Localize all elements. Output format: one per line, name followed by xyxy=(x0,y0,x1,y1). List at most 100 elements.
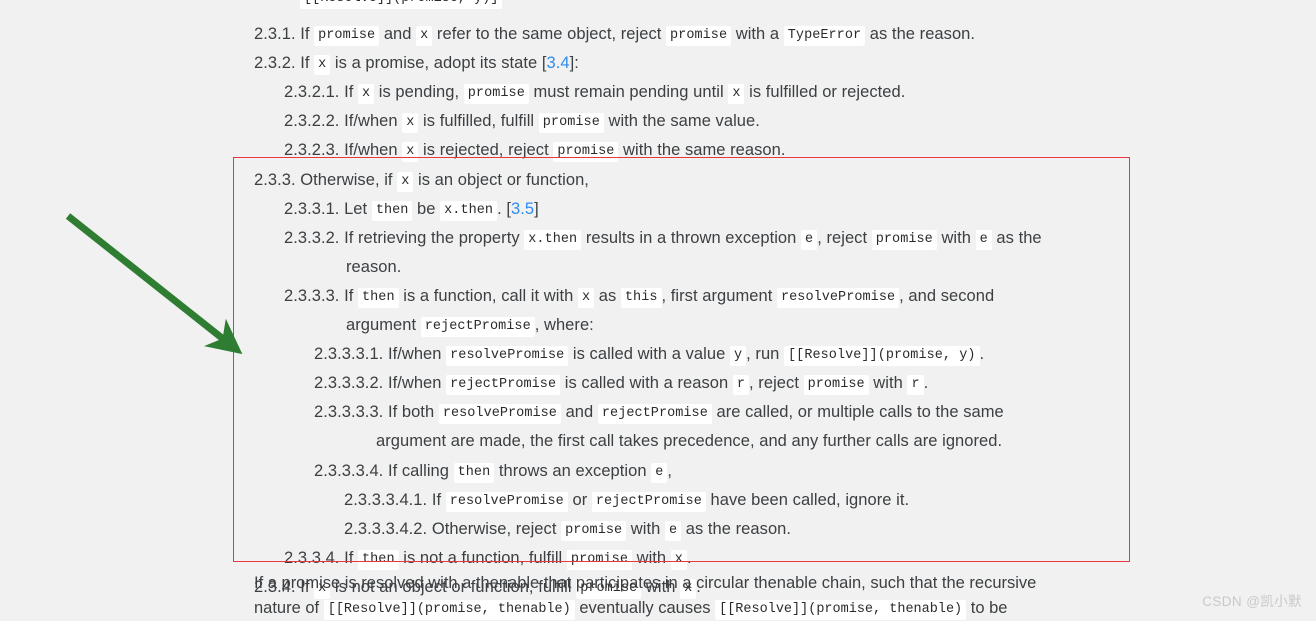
clause-text: If xyxy=(300,25,315,43)
inline-code-chip: promise xyxy=(566,549,632,570)
clause-text: , where: xyxy=(534,316,594,334)
clause-text: If retrieving the property xyxy=(344,228,525,247)
clause-number: 2.3.3.1. xyxy=(284,199,345,218)
clause-number: 2.3.1. xyxy=(254,25,301,43)
spec-clause-line: 2.3.3.2. If retrieving the property x.th… xyxy=(284,228,1042,251)
spec-clause-line: 2.3.3.3.4.2. Otherwise, reject promise w… xyxy=(344,519,791,542)
inline-code-chip: resolvePromise xyxy=(438,404,561,425)
clause-number: 2.3.3.3.2. xyxy=(314,374,388,393)
paragraph-line: nature of [[Resolve]](promise, thenable)… xyxy=(254,598,1007,621)
clause-text: If xyxy=(344,286,358,305)
spec-clause-line: 2.3.3. Otherwise, if x is an object or f… xyxy=(254,170,589,193)
clause-text: nature of xyxy=(254,599,324,617)
clipped-top-line: [[Resolve]](promise, y)] xyxy=(300,0,503,9)
clause-text: as the xyxy=(991,228,1042,247)
spec-clause-line: argument are made, the first call takes … xyxy=(376,431,1002,451)
inline-code-chip: x xyxy=(416,26,433,46)
spec-clause-line: reason. xyxy=(346,257,401,277)
clause-number: 2.3.2.1. xyxy=(284,83,345,102)
spec-reference-link[interactable]: 3.5 xyxy=(511,200,534,218)
clause-text: Let xyxy=(344,199,372,218)
paragraph-line: If a promise is resolved with a thenable… xyxy=(254,573,1036,593)
inline-code-chip: [[Resolve]](promise, y) xyxy=(784,346,980,367)
clause-text: , reject xyxy=(749,374,804,393)
clause-text: . xyxy=(686,548,692,567)
spec-clause-line: 2.3.1. If promise and x refer to the sam… xyxy=(254,24,975,47)
clause-text: is an object or function, xyxy=(413,170,589,189)
clause-number: 2.3.3.2. xyxy=(284,228,345,247)
clause-text: , xyxy=(667,461,673,480)
inline-code-chip: then xyxy=(357,549,399,570)
clause-text: as the reason. xyxy=(865,25,976,43)
spec-clause-line: 2.3.3.3.3. If both resolvePromise and re… xyxy=(314,402,1004,425)
clause-text: If/when xyxy=(344,112,403,131)
spec-clause-line: 2.3.2.3. If/when x is rejected, reject p… xyxy=(284,140,786,163)
inline-code-chip: promise xyxy=(553,142,619,163)
clause-text: is a promise, adopt its state [ xyxy=(330,54,547,73)
clause-text: and xyxy=(379,25,417,43)
clause-text: with the same reason. xyxy=(618,141,786,160)
inline-code-chip: x.then xyxy=(440,200,498,221)
clause-text: with a xyxy=(731,25,784,43)
inline-code-chip: x xyxy=(402,142,419,163)
clause-number: 2.3.3.3.3. xyxy=(314,403,388,422)
spec-clause-line: 2.3.2.1. If x is pending, promise must r… xyxy=(284,82,905,105)
clause-text: If xyxy=(431,490,446,509)
clause-text: with the same value. xyxy=(603,112,760,131)
inline-code-chip: x xyxy=(397,171,414,192)
clause-text: ] xyxy=(534,199,539,218)
clause-text: ]: xyxy=(569,54,579,73)
clause-text: , first argument xyxy=(661,286,777,305)
clause-text: argument xyxy=(346,316,421,334)
spec-clause-line: 2.3.3.3. If then is a function, call it … xyxy=(284,286,994,309)
clause-text: are called, or multiple calls to the sam… xyxy=(711,403,1004,422)
document-page: [[Resolve]](promise, y)] 2.3.1. If promi… xyxy=(0,0,1316,620)
spec-reference-link[interactable]: 3.4 xyxy=(546,54,569,72)
inline-code-chip: rejectPromise xyxy=(446,375,561,396)
clause-text: is called with a reason xyxy=(560,374,733,393)
inline-code-chip: e xyxy=(651,462,668,483)
clause-text: to be xyxy=(966,599,1008,617)
inline-code-chip: promise xyxy=(538,113,604,134)
clause-text: Otherwise, reject xyxy=(431,519,562,538)
inline-code-chip: x xyxy=(670,549,687,570)
clause-number: 2.3.3.3.1. xyxy=(314,345,388,364)
inline-code-chip: then xyxy=(371,200,413,221)
clause-text: results in a thrown exception xyxy=(581,228,802,247)
clause-text: be xyxy=(412,199,441,218)
spec-clause-line: 2.3.3.3.2. If/when rejectPromise is call… xyxy=(314,373,928,396)
green-pointer-arrow xyxy=(65,213,243,355)
clause-text: reason. xyxy=(346,257,402,276)
clause-text: is a function, call it with xyxy=(398,286,578,305)
inline-code-chip: this xyxy=(620,287,662,308)
inline-code-chip: promise xyxy=(803,375,869,396)
clause-text: . [ xyxy=(497,199,511,218)
clause-text: is fulfilled, fulfill xyxy=(418,112,539,131)
inline-code-chip: r xyxy=(907,375,924,396)
inline-code-chip: promise xyxy=(314,26,380,46)
inline-code-chip: promise xyxy=(666,26,732,46)
inline-code-chip: resolvePromise xyxy=(777,287,900,308)
spec-clause-line: 2.3.3.4. If then is not a function, fulf… xyxy=(284,548,692,571)
inline-code-chip: x.then xyxy=(524,229,582,250)
csdn-watermark: CSDN @凯小默 xyxy=(1202,594,1302,609)
spec-clause-line: 2.3.3.3.4.1. If resolvePromise or reject… xyxy=(344,490,909,513)
clause-text: eventually causes xyxy=(574,599,716,617)
clause-text: is rejected, reject xyxy=(418,141,554,160)
inline-code-chip: then xyxy=(453,462,495,483)
inline-code-chip: e xyxy=(801,229,818,250)
clause-text: If both xyxy=(387,403,439,422)
clause-text: is pending, xyxy=(374,83,464,102)
clause-text: refer to the same object, reject xyxy=(432,25,667,43)
spec-clause-line: 2.3.3.3.4. If calling then throws an exc… xyxy=(314,461,672,484)
clause-text: Otherwise, if xyxy=(300,170,398,189)
clause-number: 2.3.3.4. xyxy=(284,548,345,567)
clause-number: 2.3.3.3.4.2. xyxy=(344,519,432,538)
clause-text: with xyxy=(626,519,665,538)
clause-number: 2.3.2.3. xyxy=(284,141,345,160)
clause-number: 2.3.3.3.4.1. xyxy=(344,490,432,509)
clause-text: If/when xyxy=(344,141,403,160)
clause-text: argument are made, the first call takes … xyxy=(376,432,1003,451)
clause-text: If/when xyxy=(387,374,447,393)
inline-code-chip: [[Resolve]](promise, y)] xyxy=(300,0,503,9)
